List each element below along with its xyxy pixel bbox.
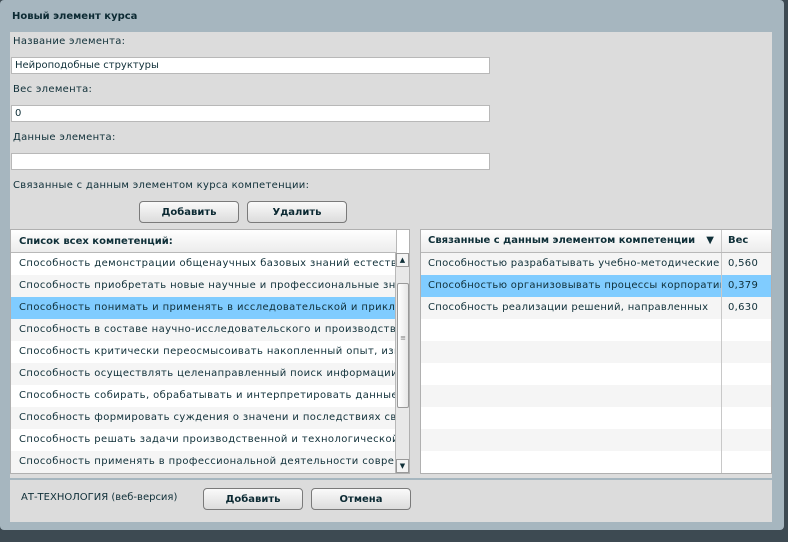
weight-cell: 0,560 — [728, 258, 759, 269]
list-item[interactable]: Способность собирать, обрабатывать и инт… — [11, 385, 397, 407]
all-competences-list: Список всех компетенций: Способность дем… — [10, 229, 410, 474]
column-header-weight[interactable]: Вес — [722, 230, 771, 252]
weight-cell — [722, 407, 771, 429]
weight-cell — [722, 341, 771, 363]
table-row[interactable]: Способностью организовывать процессы кор… — [421, 275, 771, 297]
table-row — [421, 451, 771, 473]
list-item[interactable]: Способность в составе научно-исследовате… — [11, 319, 397, 341]
table-row — [421, 385, 771, 407]
table-row — [421, 407, 771, 429]
list-header: Список всех компетенций: — [11, 230, 397, 253]
weight-cell — [722, 385, 771, 407]
brand-label: АТ-ТЕХНОЛОГИЯ (веб-версия) — [21, 492, 178, 503]
competence-name-cell — [421, 363, 722, 385]
competence-name-cell: Способностью разрабатывать учебно-методи… — [421, 253, 722, 275]
column-name-label: Связанные с данным элементом компетенции — [428, 235, 696, 246]
competence-name-cell — [421, 429, 722, 451]
weight-cell — [722, 363, 771, 385]
list-item[interactable]: Способность осуществлять целенаправленны… — [11, 363, 397, 385]
table-row[interactable]: Способность реализации решений, направле… — [421, 297, 771, 319]
competence-name-cell — [421, 407, 722, 429]
list-item[interactable]: Способность формировать суждения о значе… — [11, 407, 397, 429]
weight-input[interactable] — [11, 105, 490, 122]
cancel-button[interactable]: Отмена — [311, 488, 411, 510]
competence-name-cell — [421, 385, 722, 407]
table-header: Связанные с данным элементом компетенции… — [421, 230, 771, 253]
list-rows: Способность демонстрации общенаучных баз… — [11, 253, 409, 473]
footer-add-button[interactable]: Добавить — [203, 488, 303, 510]
name-input[interactable] — [11, 57, 490, 74]
scroll-thumb[interactable]: ≡ — [397, 283, 409, 408]
table-row[interactable]: Способностью разрабатывать учебно-методи… — [421, 253, 771, 275]
name-label: Название элемента: — [13, 36, 126, 47]
competence-name-cell: Способностью организовывать процессы кор… — [421, 275, 722, 297]
table-row — [421, 341, 771, 363]
sort-down-icon[interactable]: ▼ — [706, 235, 714, 247]
table-rows: Способностью разрабатывать учебно-методи… — [421, 253, 771, 473]
table-row — [421, 429, 771, 451]
scrollbar[interactable]: ▲ ≡ ▼ — [395, 253, 409, 473]
linked-competences-table: Связанные с данным элементом компетенции… — [420, 229, 772, 474]
competence-name-cell: Способность реализации решений, направле… — [421, 297, 722, 319]
weight-cell: 0,379 — [728, 280, 759, 291]
add-competence-button[interactable]: Добавить — [139, 201, 239, 223]
linked-label: Связанные с данным элементом курса компе… — [13, 180, 310, 191]
data-input[interactable] — [11, 153, 490, 170]
weight-cell: 0,630 — [728, 302, 759, 313]
weight-cell — [722, 319, 771, 341]
list-item[interactable]: Способность критически переосмысоивать н… — [11, 341, 397, 363]
weight-cell — [722, 429, 771, 451]
column-header-name[interactable]: Связанные с данным элементом компетенции… — [421, 230, 722, 252]
table-row — [421, 363, 771, 385]
competence-name-cell — [421, 319, 722, 341]
weight-cell — [722, 451, 771, 473]
dialog-title: Новый элемент курса — [12, 11, 138, 22]
data-label: Данные элемента: — [13, 132, 116, 143]
remove-competence-button[interactable]: Удалить — [247, 201, 347, 223]
competence-name-cell — [421, 341, 722, 363]
list-item[interactable]: Способность применять в профессиональной… — [11, 451, 397, 473]
list-item[interactable]: Способность решать задачи производственн… — [11, 429, 397, 451]
scroll-up-icon[interactable]: ▲ — [396, 253, 409, 267]
list-item[interactable]: Способность приобретать новые научные и … — [11, 275, 397, 297]
scroll-down-icon[interactable]: ▼ — [396, 459, 409, 473]
competence-name-cell — [421, 451, 722, 473]
form-panel: Название элемента: Вес элемента: Данные … — [10, 32, 772, 478]
list-item[interactable]: Способность демонстрации общенаучных баз… — [11, 253, 397, 275]
dialog-window: Новый элемент курса Название элемента: В… — [0, 0, 784, 530]
table-row — [421, 319, 771, 341]
list-item[interactable]: Способность понимать и применять в иссле… — [11, 297, 397, 319]
footer: АТ-ТЕХНОЛОГИЯ (веб-версия) Добавить Отме… — [10, 480, 772, 522]
weight-label: Вес элемента: — [13, 84, 93, 95]
